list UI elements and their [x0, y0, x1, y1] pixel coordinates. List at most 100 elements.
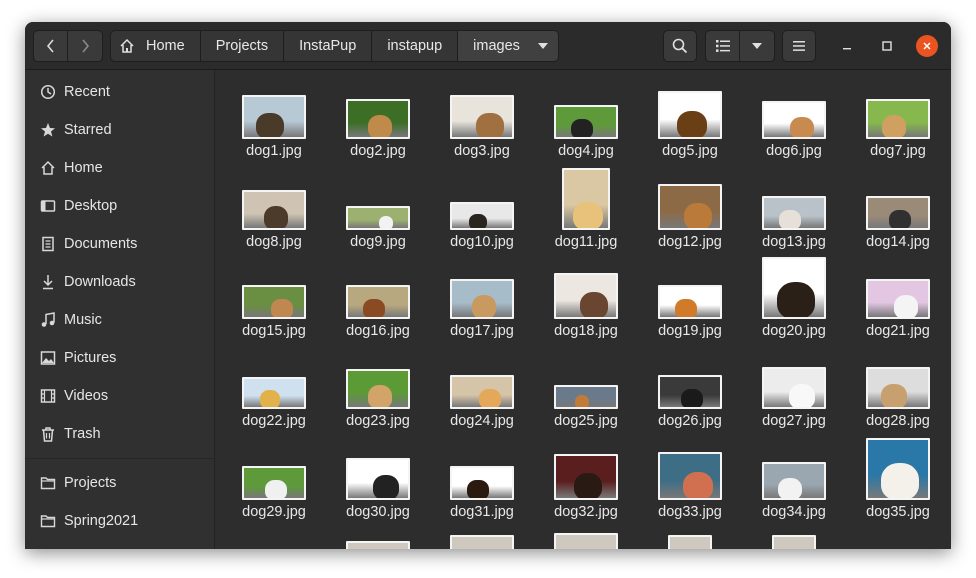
file-name: dog7.jpg	[870, 143, 926, 159]
file-thumbnail	[658, 375, 722, 409]
path-crumb-projects[interactable]: Projects	[200, 30, 285, 62]
file-name: dog6.jpg	[766, 143, 822, 159]
file-thumbnail	[554, 385, 618, 409]
close-button[interactable]	[916, 35, 938, 57]
sidebar-item-label: Spring2021	[64, 513, 139, 529]
file-grid: dog1.jpg dog2.jpg dog3.jpg dog4.jpg dog5.jpg…	[215, 70, 951, 549]
file-thumbnail	[658, 184, 722, 230]
back-button[interactable]	[33, 30, 68, 62]
sidebar-item-downloads[interactable]: Downloads	[25, 263, 214, 301]
file-name: dog21.jpg	[866, 323, 930, 339]
sidebar-item-spring2021[interactable]: Spring2021	[25, 502, 214, 540]
download-icon	[39, 273, 57, 291]
minimize-icon	[843, 48, 851, 50]
view-options-dropdown[interactable]	[740, 30, 775, 62]
file-thumbnail	[450, 375, 514, 409]
file-name: dog35.jpg	[866, 504, 930, 520]
file-name: dog18.jpg	[554, 323, 618, 339]
file-thumbnail	[242, 285, 306, 319]
file-thumbnail	[242, 466, 306, 500]
main-menu-button[interactable]	[782, 30, 816, 62]
sidebar-item-label: Music	[64, 312, 102, 328]
list-view-button[interactable]	[705, 30, 740, 62]
path-bar: Home Projects InstaPup instapup images	[110, 30, 559, 62]
sidebar-item-trash[interactable]: Trash	[25, 415, 214, 453]
file-name: dog24.jpg	[450, 413, 514, 429]
maximize-button[interactable]	[876, 35, 898, 57]
file-thumbnail	[554, 105, 618, 139]
chevron-down-icon[interactable]	[537, 43, 548, 49]
file-name: dog28.jpg	[866, 413, 930, 429]
file-thumbnail	[658, 91, 722, 139]
file-thumbnail	[450, 95, 514, 139]
file-name: dog5.jpg	[662, 143, 718, 159]
file-thumbnail	[346, 458, 410, 500]
path-crumb-label: InstaPup	[299, 38, 357, 54]
search-button[interactable]	[663, 30, 697, 62]
sidebar-item-label: Pictures	[64, 350, 117, 366]
path-crumb-instapup[interactable]: instapup	[372, 30, 459, 62]
file-thumbnail	[658, 452, 722, 500]
path-crumb-home[interactable]: Home	[110, 30, 201, 62]
sidebar-item-label: Desktop	[64, 198, 118, 214]
trash-icon	[39, 425, 57, 443]
forward-button[interactable]	[68, 30, 103, 62]
sidebar-item-label: Trash	[64, 426, 101, 442]
sidebar-item-projects[interactable]: Projects	[25, 464, 214, 502]
sidebar-item-documents[interactable]: Documents	[25, 225, 214, 263]
file-thumbnail	[346, 206, 410, 230]
file-thumbnail	[866, 438, 930, 500]
file-name: dog13.jpg	[762, 234, 826, 250]
file-thumbnail-partial[interactable]	[772, 535, 816, 549]
file-thumbnail	[866, 99, 930, 139]
file-manager-window: Home Projects InstaPup instapup images Recen…	[25, 22, 951, 549]
chevron-right-icon	[82, 39, 90, 53]
sidebar-item-music[interactable]: Music	[25, 301, 214, 339]
sidebar-item-videos[interactable]: Videos	[25, 377, 214, 415]
maximize-icon	[882, 41, 892, 51]
file-thumbnail-partial[interactable]	[668, 535, 712, 549]
file-thumbnail	[866, 367, 930, 409]
view-toggle-group	[705, 30, 775, 62]
sidebar-item-desktop[interactable]: Desktop	[25, 187, 214, 225]
sidebar-item-recent[interactable]: Recent	[25, 73, 214, 111]
sidebar-item-pictures[interactable]: Pictures	[25, 339, 214, 377]
sidebar-item-starred[interactable]: Starred	[25, 111, 214, 149]
file-name: dog34.jpg	[762, 504, 826, 520]
file-name: dog25.jpg	[554, 413, 618, 429]
file-thumbnail	[762, 196, 826, 230]
home-icon	[119, 38, 135, 54]
close-icon	[923, 42, 931, 50]
minimize-button[interactable]	[836, 35, 858, 57]
sidebar-item-label: Recent	[64, 84, 110, 100]
file-name: dog2.jpg	[350, 143, 406, 159]
file-thumbnail-partial[interactable]	[450, 535, 514, 549]
file-name: dog20.jpg	[762, 323, 826, 339]
file-thumbnail	[866, 196, 930, 230]
file-thumbnail	[242, 377, 306, 409]
video-icon	[39, 387, 57, 405]
file-name: dog30.jpg	[346, 504, 410, 520]
sidebar-item-label: Projects	[64, 475, 117, 491]
sidebar-item-home[interactable]: Home	[25, 149, 214, 187]
path-crumb-images[interactable]: images	[458, 30, 559, 62]
file-name: dog26.jpg	[658, 413, 722, 429]
file-thumbnail	[242, 95, 306, 139]
file-thumbnail	[562, 168, 610, 230]
chevron-left-icon	[46, 39, 54, 53]
file-thumbnail-partial[interactable]	[554, 533, 618, 549]
file-name: dog8.jpg	[246, 234, 302, 250]
file-thumbnail	[762, 462, 826, 500]
file-thumbnail	[346, 369, 410, 409]
chevron-down-icon	[752, 43, 762, 49]
file-name: dog33.jpg	[658, 504, 722, 520]
file-name: dog15.jpg	[242, 323, 306, 339]
picture-icon	[39, 349, 57, 367]
file-thumbnail	[866, 279, 930, 319]
file-name: dog3.jpg	[454, 143, 510, 159]
search-icon	[672, 38, 688, 54]
file-name: dog29.jpg	[242, 504, 306, 520]
file-thumbnail-partial[interactable]	[346, 541, 410, 549]
file-thumbnail	[450, 466, 514, 500]
path-crumb-instapup[interactable]: InstaPup	[284, 30, 373, 62]
